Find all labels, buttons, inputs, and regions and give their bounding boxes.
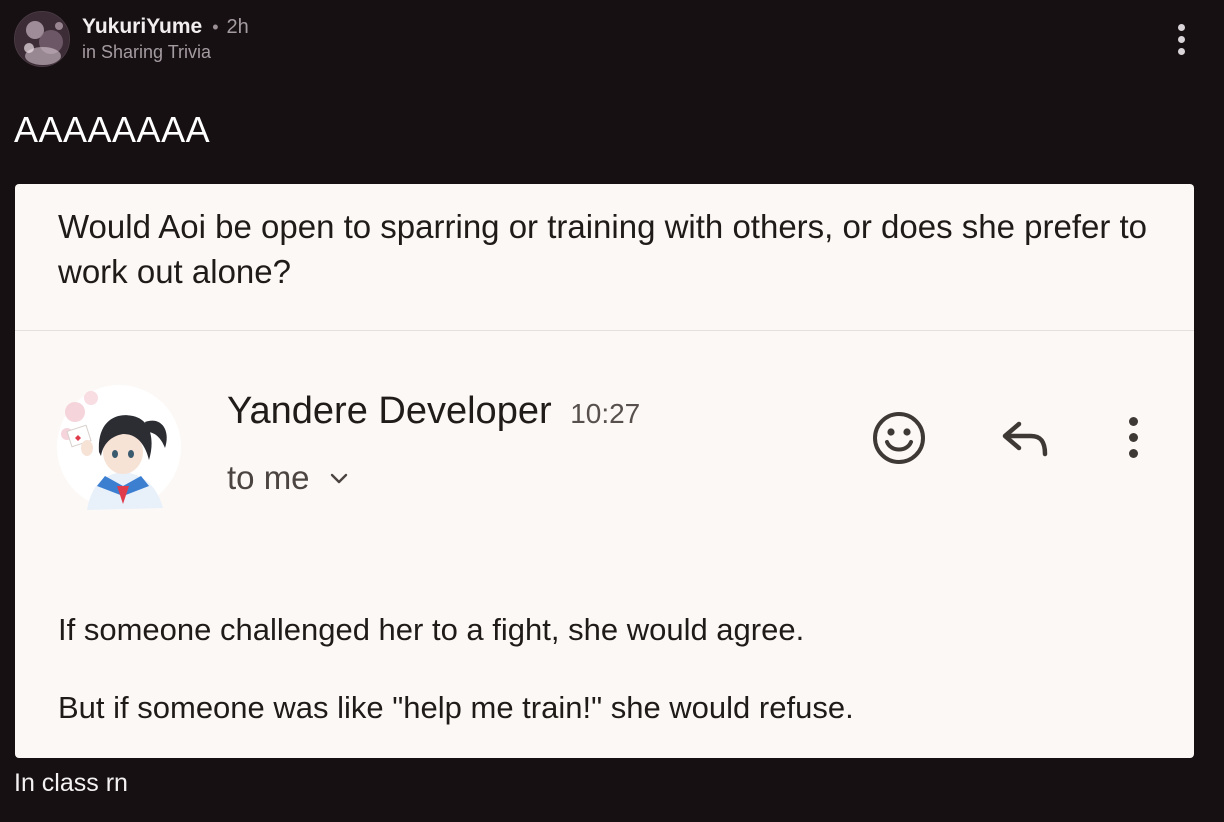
author-line: YukuriYume • 2h xyxy=(82,14,249,40)
post-image[interactable]: Would Aoi be open to sparring or trainin… xyxy=(15,184,1194,758)
more-vertical-icon xyxy=(1177,23,1185,31)
author-avatar-image xyxy=(15,12,69,66)
message-menu-button xyxy=(1121,412,1145,462)
sender-line: Yandere Developer 10:27 xyxy=(227,388,640,437)
chevron-down-icon xyxy=(330,473,347,484)
recipient-label: to me xyxy=(227,459,310,496)
more-vertical-icon xyxy=(1128,416,1138,426)
email-body-line: If someone challenged her to a fight, sh… xyxy=(58,612,805,647)
more-vertical-icon-dot xyxy=(1177,47,1185,55)
email-body-line: But if someone was like "help me train!"… xyxy=(58,690,854,725)
author-name[interactable]: YukuriYume xyxy=(82,14,202,40)
community-label[interactable]: in Sharing Trivia xyxy=(82,40,249,64)
recipient-line: to me xyxy=(227,456,350,500)
post-title: AAAAAAAA xyxy=(14,109,211,150)
author-meta: YukuriYume • 2h in Sharing Trivia xyxy=(82,14,249,64)
post-timestamp: 2h xyxy=(226,16,249,38)
email-question: Would Aoi be open to sparring or trainin… xyxy=(58,208,1148,290)
meta-separator: • xyxy=(212,17,219,37)
more-vertical-icon-dot xyxy=(1128,448,1138,458)
sender-time: 10:27 xyxy=(570,398,641,429)
email-divider xyxy=(15,330,1194,331)
post-menu-button[interactable] xyxy=(1168,20,1194,58)
sender-name: Yandere Developer xyxy=(227,390,552,432)
more-vertical-icon-dot xyxy=(1177,35,1185,43)
author-avatar[interactable] xyxy=(14,11,70,67)
more-vertical-icon-dot xyxy=(1128,432,1138,442)
post-header: YukuriYume • 2h in Sharing Trivia xyxy=(14,10,249,68)
post-caption: In class rn xyxy=(14,769,128,797)
smiley-emoji-icon xyxy=(873,412,925,464)
sender-avatar xyxy=(57,385,181,510)
reply-arrow-icon xyxy=(1002,421,1048,457)
